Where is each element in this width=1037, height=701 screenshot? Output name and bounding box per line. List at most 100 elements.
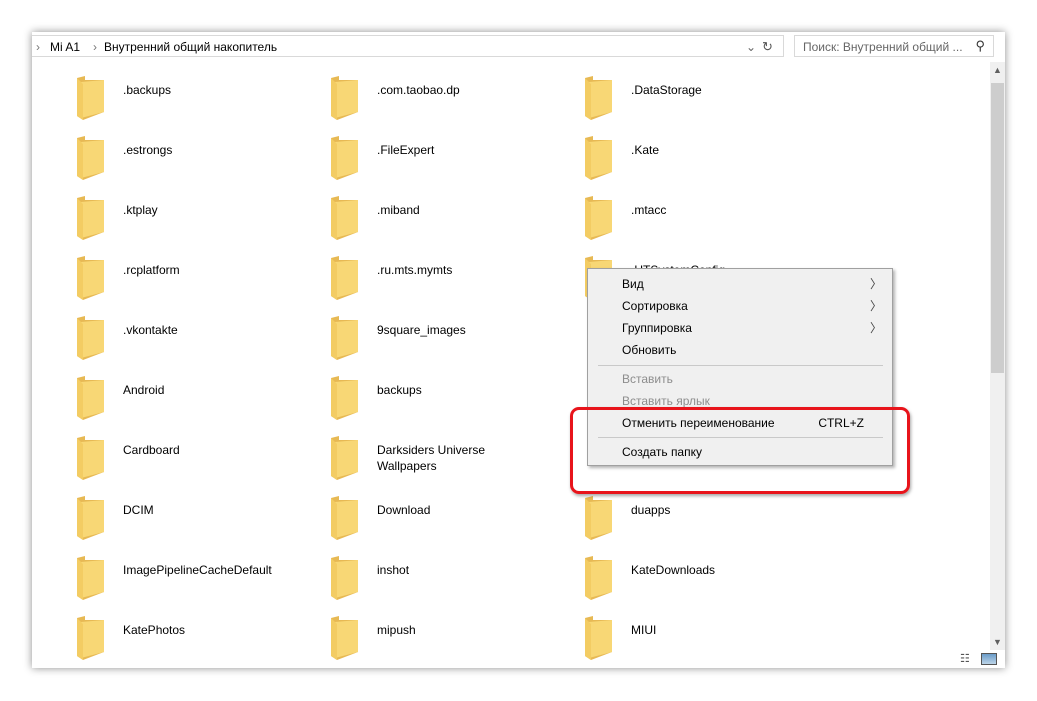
folder-name: KateDownloads — [631, 563, 716, 577]
scroll-up-icon[interactable]: ▲ — [993, 65, 1002, 75]
folder-name: .miband — [377, 203, 420, 217]
folder-icon — [77, 556, 104, 600]
folder-name: 9square_images — [377, 323, 466, 337]
folder-item[interactable]: duapps — [585, 496, 835, 546]
folder-name: .estrongs — [123, 143, 173, 157]
scrollbar[interactable]: ▲ ▼ — [990, 62, 1005, 650]
folder-icon — [331, 496, 358, 540]
folder-name: ImagePipelineCacheDefault — [123, 563, 272, 577]
folder-name: .ru.mts.mymts — [377, 263, 453, 277]
chevron-right-icon: 〉 — [869, 321, 882, 335]
folder-item[interactable]: Cardboard — [77, 436, 327, 486]
folder-item[interactable]: .backups — [77, 76, 327, 126]
highlight-annotation — [570, 407, 910, 494]
folder-icon — [77, 436, 104, 480]
folder-item[interactable]: mipush — [331, 616, 581, 666]
folder-name: duapps — [631, 503, 671, 517]
folder-item[interactable]: DCIM — [77, 496, 327, 546]
folder-name: MIUI — [631, 623, 657, 637]
details-view-icon[interactable]: ☷ — [960, 653, 970, 665]
folder-item[interactable]: KateDownloads — [585, 556, 835, 606]
chevron-right-icon: 〉 — [869, 277, 882, 291]
folder-icon — [585, 616, 612, 660]
folder-icon — [331, 136, 358, 180]
folder-icon — [77, 196, 104, 240]
folder-icon — [585, 196, 612, 240]
folder-icon — [331, 616, 358, 660]
folder-item[interactable]: MIUI — [585, 616, 835, 666]
folder-item[interactable]: inshot — [331, 556, 581, 606]
scrollbar-thumb[interactable] — [991, 83, 1004, 373]
chevron-right-icon: › — [36, 40, 40, 54]
folder-name: mipush — [377, 623, 416, 637]
folder-name: .FileExpert — [377, 143, 435, 157]
folder-icon — [331, 436, 358, 480]
folder-item[interactable]: .rcplatform — [77, 256, 327, 306]
menu-item-refresh[interactable]: Обновить — [622, 340, 882, 360]
folder-name: backups — [377, 383, 422, 397]
menu-separator — [598, 365, 883, 366]
folder-item[interactable]: .FileExpert — [331, 136, 581, 186]
search-icon[interactable]: ⚲ — [975, 38, 985, 54]
folder-icon — [77, 256, 104, 300]
folder-icon — [585, 136, 612, 180]
folder-item[interactable]: .miband — [331, 196, 581, 246]
folder-item[interactable]: .mtacc — [585, 196, 835, 246]
folder-item[interactable]: .vkontakte — [77, 316, 327, 366]
folder-item[interactable]: Android — [77, 376, 327, 426]
folder-name: KatePhotos — [123, 623, 186, 637]
folder-name: .backups — [123, 83, 172, 97]
view-toggle: ☷ — [960, 652, 997, 666]
folder-icon — [77, 376, 104, 420]
breadcrumb-mi-a1[interactable]: Mi A1 — [50, 40, 80, 54]
folder-item[interactable]: .estrongs — [77, 136, 327, 186]
folder-icon — [331, 316, 358, 360]
folder-item[interactable]: Darksiders Universe Wallpapers — [331, 436, 581, 486]
address-bar[interactable]: › Mi A1 › Внутренний общий накопитель ⌄ — [32, 35, 784, 57]
large-icons-view-icon[interactable] — [980, 653, 997, 666]
menu-item-paste: Вставить — [622, 372, 673, 386]
folder-name: Android — [123, 383, 165, 397]
folder-name: .DataStorage — [631, 83, 702, 97]
folder-icon — [331, 376, 358, 420]
menu-item-sort[interactable]: Сортировка 〉 — [622, 296, 882, 316]
folder-item[interactable]: .DataStorage — [585, 76, 835, 126]
chevron-right-icon: › — [93, 40, 97, 54]
folder-item[interactable]: Download — [331, 496, 581, 546]
folder-icon — [77, 616, 104, 660]
folder-icon — [331, 556, 358, 600]
folder-icon — [331, 196, 358, 240]
folder-item[interactable]: KatePhotos — [77, 616, 327, 666]
folder-item[interactable]: .Kate — [585, 136, 835, 186]
folder-name: Download — [377, 503, 431, 517]
folder-name: .com.taobao.dp — [377, 83, 460, 97]
folder-icon — [331, 256, 358, 300]
folder-item[interactable]: .ru.mts.mymts — [331, 256, 581, 306]
folder-icon — [77, 496, 104, 540]
folder-name: Darksiders Universe Wallpapers — [377, 443, 486, 473]
menu-item-view[interactable]: Вид 〉 — [622, 274, 882, 294]
folder-icon — [77, 316, 104, 360]
menu-item-group[interactable]: Группировка 〉 — [622, 318, 882, 338]
folder-name: .vkontakte — [123, 323, 178, 337]
folder-name: .rcplatform — [123, 263, 180, 277]
folder-name: .ktplay — [123, 203, 158, 217]
search-input[interactable]: Поиск: Внутренний общий ... ⚲ — [794, 35, 994, 57]
folder-name: .mtacc — [631, 203, 667, 217]
folder-item[interactable]: ImagePipelineCacheDefault — [77, 556, 327, 606]
dropdown-icon[interactable]: ⌄ — [746, 40, 756, 54]
folder-name: DCIM — [123, 503, 154, 517]
folder-item[interactable]: .com.taobao.dp — [331, 76, 581, 126]
breadcrumb-storage[interactable]: Внутренний общий накопитель — [104, 40, 277, 54]
folder-icon — [585, 496, 612, 540]
folder-icon — [77, 76, 104, 120]
folder-icon — [585, 556, 612, 600]
folder-icon — [331, 76, 358, 120]
folder-item[interactable]: 9square_images — [331, 316, 581, 366]
refresh-icon[interactable]: ↻ — [762, 39, 773, 55]
folder-name: inshot — [377, 563, 410, 577]
folder-name: .Kate — [631, 143, 660, 157]
scroll-down-icon[interactable]: ▼ — [993, 637, 1002, 647]
folder-item[interactable]: backups — [331, 376, 581, 426]
folder-item[interactable]: .ktplay — [77, 196, 327, 246]
